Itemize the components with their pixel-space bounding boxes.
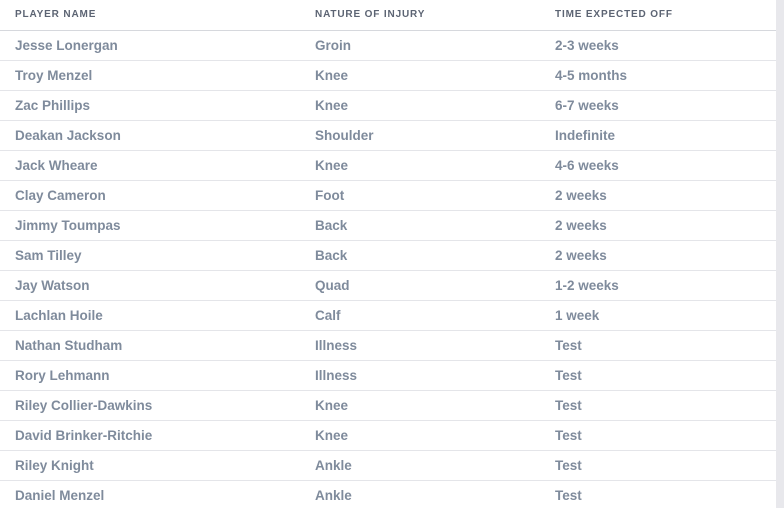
cell-player-name: Lachlan Hoile bbox=[0, 300, 305, 331]
injury-report-panel: PLAYER NAME NATURE OF INJURY TIME EXPECT… bbox=[0, 0, 776, 508]
cell-player-name: Zac Phillips bbox=[0, 90, 305, 121]
cell-time-expected-off: 6-7 weeks bbox=[545, 90, 776, 121]
cell-player-name: David Brinker-Ritchie bbox=[0, 420, 305, 451]
table-header: PLAYER NAME NATURE OF INJURY TIME EXPECT… bbox=[0, 0, 776, 31]
cell-nature-of-injury: Ankle bbox=[305, 450, 545, 481]
cell-nature-of-injury: Calf bbox=[305, 300, 545, 331]
cell-nature-of-injury: Knee bbox=[305, 390, 545, 421]
table-row[interactable]: Riley Collier-Dawkins Knee Test bbox=[0, 390, 776, 421]
table-row[interactable]: Riley Knight Ankle Test bbox=[0, 450, 776, 481]
cell-time-expected-off: 2-3 weeks bbox=[545, 30, 776, 61]
table-row[interactable]: Nathan Studham Illness Test bbox=[0, 330, 776, 361]
cell-time-expected-off: Test bbox=[545, 390, 776, 421]
cell-player-name: Troy Menzel bbox=[0, 60, 305, 91]
cell-player-name: Jack Wheare bbox=[0, 150, 305, 181]
cell-time-expected-off: 2 weeks bbox=[545, 210, 776, 241]
table-row[interactable]: David Brinker-Ritchie Knee Test bbox=[0, 420, 776, 451]
cell-nature-of-injury: Knee bbox=[305, 90, 545, 121]
table-row[interactable]: Clay Cameron Foot 2 weeks bbox=[0, 180, 776, 211]
table-row[interactable]: Jesse Lonergan Groin 2-3 weeks bbox=[0, 30, 776, 61]
cell-player-name: Jay Watson bbox=[0, 270, 305, 301]
cell-nature-of-injury: Foot bbox=[305, 180, 545, 211]
table-body: Jesse Lonergan Groin 2-3 weeks Troy Menzel K… bbox=[0, 30, 776, 508]
table-row[interactable]: Zac Phillips Knee 6-7 weeks bbox=[0, 90, 776, 121]
cell-time-expected-off: 2 weeks bbox=[545, 240, 776, 271]
cell-time-expected-off: 4-5 months bbox=[545, 60, 776, 91]
cell-nature-of-injury: Back bbox=[305, 210, 545, 241]
table-row[interactable]: Lachlan Hoile Calf 1 week bbox=[0, 300, 776, 331]
column-header-nature-of-injury[interactable]: NATURE OF INJURY bbox=[305, 0, 545, 31]
cell-time-expected-off: 1 week bbox=[545, 300, 776, 331]
cell-time-expected-off: 4-6 weeks bbox=[545, 150, 776, 181]
cell-nature-of-injury: Illness bbox=[305, 330, 545, 361]
cell-player-name: Nathan Studham bbox=[0, 330, 305, 361]
cell-time-expected-off: Indefinite bbox=[545, 120, 776, 151]
cell-player-name: Deakan Jackson bbox=[0, 120, 305, 151]
cell-nature-of-injury: Ankle bbox=[305, 480, 545, 508]
cell-nature-of-injury: Knee bbox=[305, 420, 545, 451]
cell-nature-of-injury: Quad bbox=[305, 270, 545, 301]
column-header-time-expected-off[interactable]: TIME EXPECTED OFF bbox=[545, 0, 776, 31]
table-row[interactable]: Jack Wheare Knee 4-6 weeks bbox=[0, 150, 776, 181]
cell-time-expected-off: Test bbox=[545, 420, 776, 451]
table-row[interactable]: Daniel Menzel Ankle Test bbox=[0, 480, 776, 508]
cell-nature-of-injury: Illness bbox=[305, 360, 545, 391]
cell-player-name: Clay Cameron bbox=[0, 180, 305, 211]
table-row[interactable]: Jimmy Toumpas Back 2 weeks bbox=[0, 210, 776, 241]
cell-nature-of-injury: Knee bbox=[305, 60, 545, 91]
cell-player-name: Riley Collier-Dawkins bbox=[0, 390, 305, 421]
table-row[interactable]: Rory Lehmann Illness Test bbox=[0, 360, 776, 391]
cell-time-expected-off: 1-2 weeks bbox=[545, 270, 776, 301]
cell-player-name: Riley Knight bbox=[0, 450, 305, 481]
cell-player-name: Rory Lehmann bbox=[0, 360, 305, 391]
cell-time-expected-off: Test bbox=[545, 360, 776, 391]
cell-player-name: Jimmy Toumpas bbox=[0, 210, 305, 241]
column-header-player-name[interactable]: PLAYER NAME bbox=[0, 0, 305, 31]
table-row[interactable]: Sam Tilley Back 2 weeks bbox=[0, 240, 776, 271]
cell-player-name: Jesse Lonergan bbox=[0, 30, 305, 61]
cell-nature-of-injury: Knee bbox=[305, 150, 545, 181]
cell-player-name: Daniel Menzel bbox=[0, 480, 305, 508]
table-header-row: PLAYER NAME NATURE OF INJURY TIME EXPECT… bbox=[0, 0, 776, 31]
cell-time-expected-off: Test bbox=[545, 330, 776, 361]
table-row[interactable]: Deakan Jackson Shoulder Indefinite bbox=[0, 120, 776, 151]
injury-report-table: PLAYER NAME NATURE OF INJURY TIME EXPECT… bbox=[0, 0, 776, 508]
cell-player-name: Sam Tilley bbox=[0, 240, 305, 271]
cell-time-expected-off: Test bbox=[545, 480, 776, 508]
cell-time-expected-off: 2 weeks bbox=[545, 180, 776, 211]
table-row[interactable]: Jay Watson Quad 1-2 weeks bbox=[0, 270, 776, 301]
cell-time-expected-off: Test bbox=[545, 450, 776, 481]
cell-nature-of-injury: Back bbox=[305, 240, 545, 271]
cell-nature-of-injury: Shoulder bbox=[305, 120, 545, 151]
cell-nature-of-injury: Groin bbox=[305, 30, 545, 61]
table-row[interactable]: Troy Menzel Knee 4-5 months bbox=[0, 60, 776, 91]
